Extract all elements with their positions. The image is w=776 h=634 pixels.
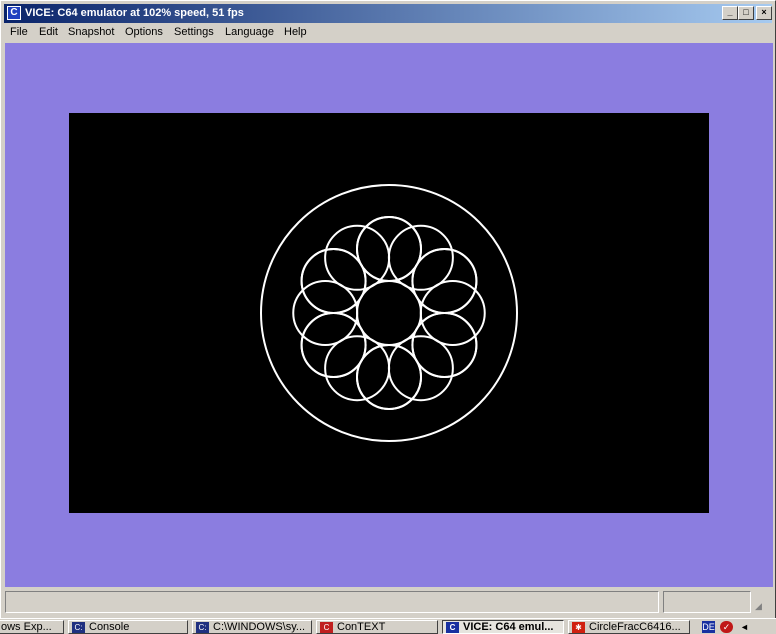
menu-bar: File Edit Snapshot Options Settings Lang…	[4, 24, 772, 42]
c64-icon[interactable]: C	[7, 6, 21, 20]
menu-file[interactable]: File	[10, 26, 28, 38]
emulator-screen-border[interactable]	[5, 43, 773, 587]
title-bar[interactable]: C VICE: C64 emulator at 102% speed, 51 f…	[4, 4, 772, 23]
cmd-icon: C:	[196, 622, 209, 633]
fractal-circle	[292, 280, 359, 346]
status-panel-main	[5, 591, 659, 613]
resize-grip-icon[interactable]: ◢	[755, 601, 769, 613]
fractal-circle	[324, 335, 391, 402]
fractal-circle	[356, 280, 422, 346]
de-language-icon[interactable]: DE	[702, 621, 715, 633]
speaker-icon[interactable]: ◄	[738, 621, 751, 633]
status-panel-drive	[663, 591, 751, 613]
fractal-circle	[387, 224, 454, 291]
window-title: VICE: C64 emulator at 102% speed, 51 fps	[25, 7, 244, 19]
context-editor-icon: C	[320, 622, 333, 633]
fractal-circle	[260, 184, 518, 442]
vice-icon: C	[446, 622, 459, 633]
menu-snapshot[interactable]: Snapshot	[68, 26, 114, 38]
close-button[interactable]: ×	[756, 6, 772, 20]
maximize-button[interactable]: □	[738, 6, 754, 20]
circle-fractal-drawing	[260, 184, 518, 442]
menu-options[interactable]: Options	[125, 26, 163, 38]
fractal-circle	[387, 335, 454, 402]
menu-settings[interactable]: Settings	[174, 26, 214, 38]
vice-window: C VICE: C64 emulator at 102% speed, 51 f…	[0, 0, 776, 620]
c64-display[interactable]	[69, 113, 709, 513]
menu-language[interactable]: Language	[225, 26, 274, 38]
fractal-circle	[419, 280, 486, 346]
menu-help[interactable]: Help	[284, 26, 307, 38]
minimize-button[interactable]: _	[722, 6, 738, 20]
menu-edit[interactable]: Edit	[39, 26, 58, 38]
console-icon: C:	[72, 622, 85, 633]
fractal-circle	[324, 224, 391, 291]
taskbar: ows Exp... C: Console C: C:\WINDOWS\sy..…	[0, 618, 776, 634]
network-icon[interactable]: ✓	[720, 621, 733, 633]
paint-icon: ✱	[572, 622, 585, 633]
status-bar: ◢	[5, 589, 773, 616]
